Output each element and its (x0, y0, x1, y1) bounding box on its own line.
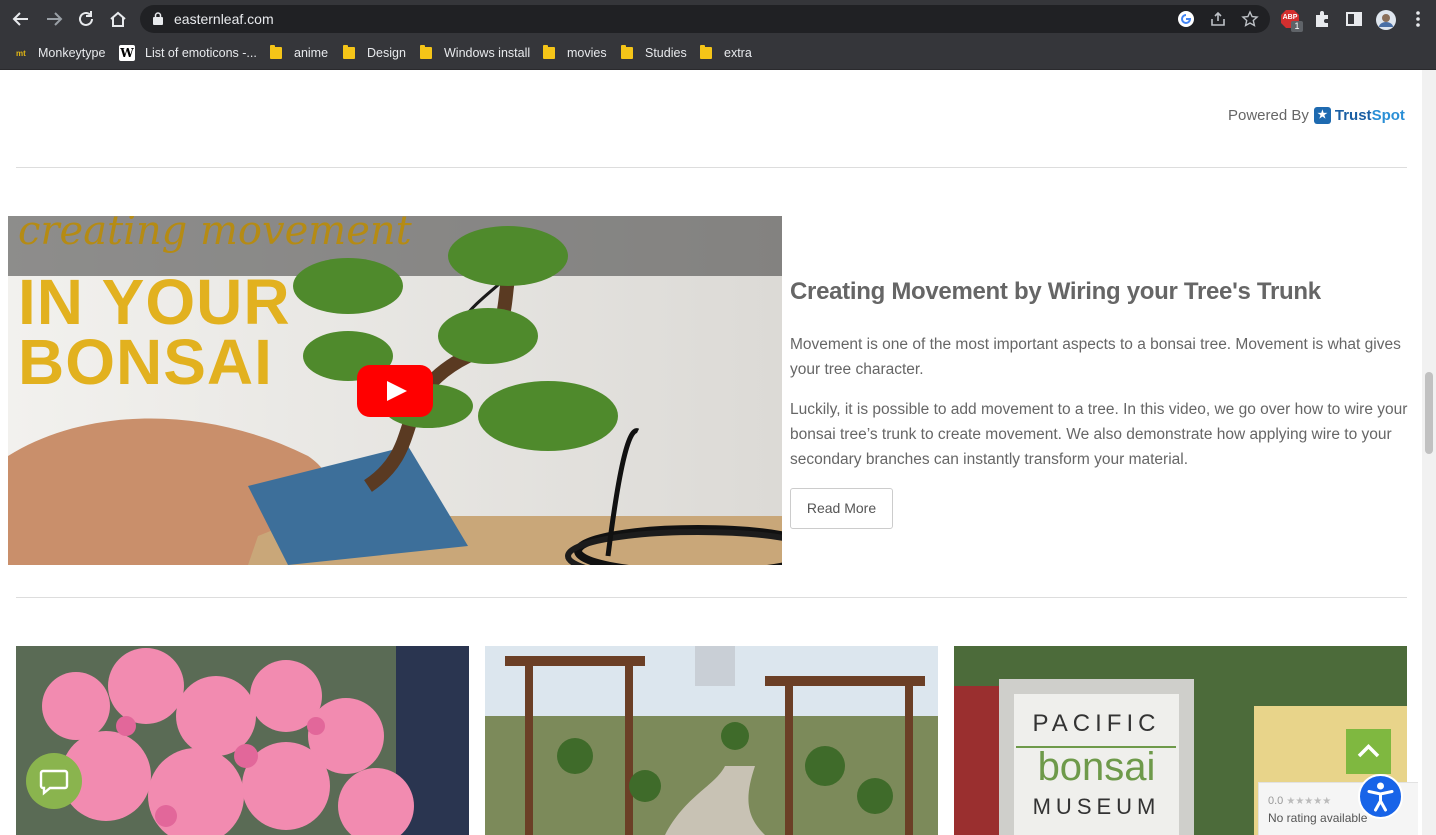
bookmark-label: Monkeytype (38, 46, 106, 60)
read-more-button[interactable]: Read More (790, 488, 893, 529)
sign-line-bonsai: bonsai (1037, 745, 1156, 789)
folder-icon (621, 45, 633, 59)
accessibility-button[interactable] (1358, 774, 1403, 819)
bookmark-label: List of emoticons -... (145, 46, 257, 60)
video-title-line1: IN YOUR (18, 266, 291, 338)
youtube-play-icon[interactable] (357, 365, 433, 417)
scrollbar-thumb[interactable] (1425, 372, 1433, 454)
trustspot-brand-spot: Spot (1371, 107, 1405, 124)
adblock-extension-icon[interactable]: ABP 1 (1280, 9, 1303, 32)
monkeytype-icon: mt (16, 48, 26, 58)
rating-score-value: 0.0 (1268, 795, 1284, 807)
extension-badge: 1 (1291, 21, 1303, 32)
profile-avatar-icon[interactable] (1375, 9, 1396, 30)
browser-toolbar: easternleaf.com ABP 1 (0, 0, 1436, 37)
sign-line-museum: MUSEUM (1032, 794, 1161, 819)
accessibility-icon (1367, 782, 1394, 812)
chat-bubble-icon (39, 769, 69, 796)
folder-icon (543, 45, 555, 59)
bookmark-folder-movies[interactable]: movies (543, 43, 607, 63)
bookmark-label: anime (294, 46, 329, 60)
home-icon[interactable] (107, 8, 129, 30)
article-title[interactable]: Creating Movement by Wiring your Tree's … (790, 278, 1321, 306)
divider (16, 597, 1407, 598)
bookmark-folder-windows-install[interactable]: Windows install (420, 43, 530, 63)
browser-menu-icon[interactable] (1408, 9, 1428, 29)
article-paragraph: Movement is one of the most important as… (790, 336, 1401, 378)
trustspot-logo: ★ Trust Spot (1313, 107, 1405, 124)
bookmark-folder-design[interactable]: Design (343, 43, 406, 63)
web-page: Powered By ★ Trust Spot creating movemen… (0, 70, 1436, 835)
share-icon[interactable] (1209, 10, 1227, 28)
bonsai-garden-image (485, 646, 938, 835)
url-text[interactable]: easternleaf.com (174, 11, 274, 27)
bookmark-label: extra (724, 46, 752, 60)
rating-stars: ★★★★★ (1286, 796, 1332, 807)
video-script-text: creating movement (18, 216, 412, 254)
forward-icon[interactable] (43, 8, 65, 30)
side-panel-icon[interactable] (1344, 9, 1364, 29)
back-icon[interactable] (10, 8, 32, 30)
lock-icon[interactable] (153, 12, 163, 25)
trustspot-powered-by[interactable]: Powered By ★ Trust Spot (1228, 107, 1405, 124)
video-title-line2: BONSAI (18, 326, 273, 398)
bookmark-monkeytype[interactable]: mt Monkeytype (16, 43, 105, 63)
sign-line-pacific: PACIFIC (1032, 710, 1161, 737)
bookmark-label: Studies (645, 46, 687, 60)
bookmarks-bar: mt Monkeytype W List of emoticons -... a… (0, 37, 1436, 70)
card-bonsai-garden[interactable] (485, 646, 938, 835)
divider (16, 167, 1407, 168)
bookmark-folder-studies[interactable]: Studies (621, 43, 687, 63)
bookmark-star-icon[interactable] (1241, 10, 1259, 28)
bookmark-emoticons[interactable]: W List of emoticons -... (119, 43, 257, 63)
azalea-image (16, 646, 469, 835)
rating-text: No rating available (1268, 811, 1368, 825)
museum-sign-text: PACIFIC bonsai MUSEUM (1014, 710, 1179, 820)
reload-icon[interactable] (75, 8, 97, 30)
chevron-up-icon (1357, 744, 1380, 758)
video-title-overlay: IN YOUR BONSAI (18, 266, 291, 398)
youtube-video-embed[interactable]: creating movement IN YOUR BONSAI (8, 216, 782, 565)
powered-by-label: Powered By (1228, 107, 1309, 124)
google-icon[interactable] (1177, 10, 1195, 28)
card-azalea[interactable] (16, 646, 469, 835)
folder-icon (420, 45, 432, 59)
rating-score: 0.0 ★★★★★ (1268, 795, 1331, 807)
bookmark-label: Windows install (444, 46, 531, 60)
bookmark-label: movies (567, 46, 607, 60)
bookmark-label: Design (367, 46, 406, 60)
extensions-puzzle-icon[interactable] (1312, 9, 1332, 29)
page-scrollbar[interactable] (1422, 70, 1436, 835)
scroll-to-top-button[interactable] (1346, 729, 1391, 774)
wikipedia-icon: W (119, 45, 135, 61)
folder-icon (343, 45, 355, 59)
bookmark-folder-anime[interactable]: anime (270, 43, 328, 63)
bookmark-folder-extra[interactable]: extra (700, 43, 752, 63)
trustspot-star-icon: ★ (1313, 107, 1331, 124)
folder-icon (270, 45, 282, 59)
address-bar[interactable]: easternleaf.com (140, 5, 1270, 33)
chat-widget-button[interactable] (26, 753, 82, 809)
trustspot-brand-trust: Trust (1334, 107, 1372, 124)
folder-icon (700, 45, 712, 59)
article-paragraph: Luckily, it is possible to add movement … (790, 401, 1408, 468)
